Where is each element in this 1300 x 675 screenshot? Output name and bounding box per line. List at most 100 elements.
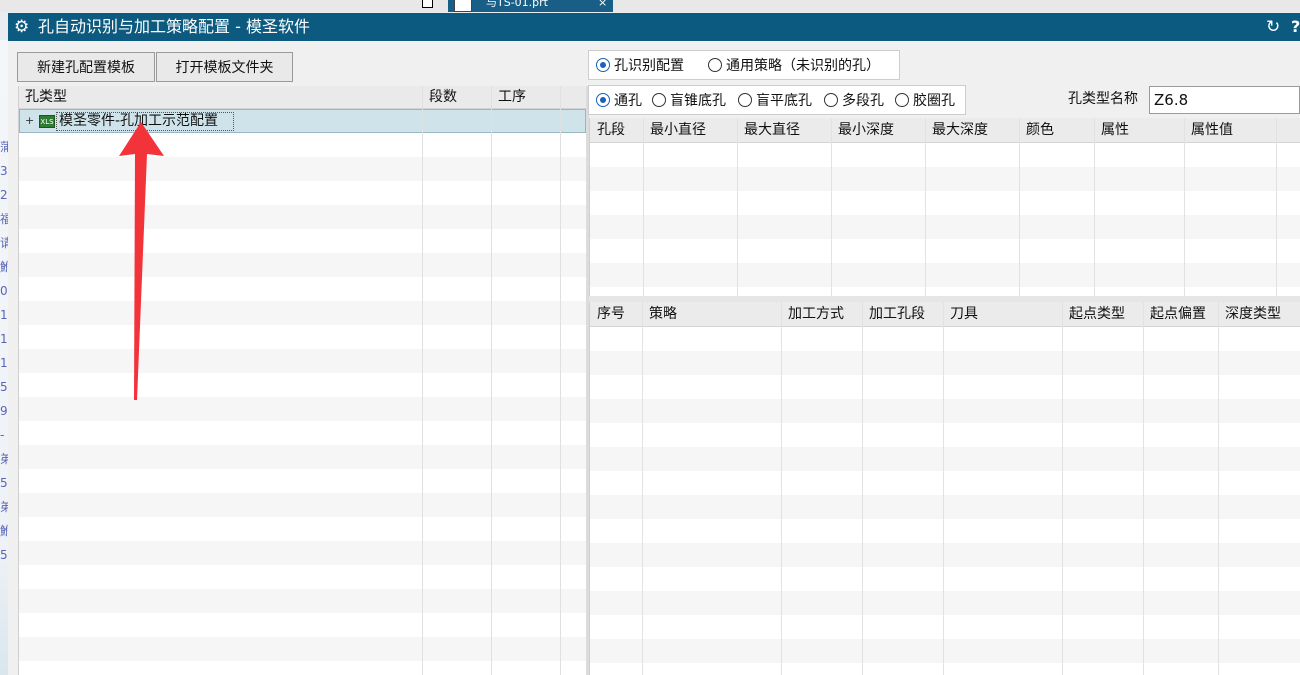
dialog-title: 孔自动识别与加工策略配置 - 模圣软件 [38,17,310,36]
table-empty-row [590,495,1300,519]
column-header-sequence[interactable]: 序号 [597,306,625,322]
background-text-fragment: 3 [0,164,8,178]
radio-unselected-icon [708,58,722,72]
hole-segment-table[interactable]: 孔段 最小直径 最大直径 最小深度 最大深度 颜色 属性 属性值 [589,118,1300,296]
hole-type-name-label: 孔类型名称 [1068,91,1138,107]
close-icon[interactable]: × [598,0,607,8]
column-divider [943,302,944,675]
column-header-color[interactable]: 颜色 [1026,122,1054,138]
column-header-max-depth[interactable]: 最大深度 [932,122,988,138]
dialog-title-bar[interactable]: ⚙ 孔自动识别与加工策略配置 - 模圣软件 ↻ ? [8,13,1300,41]
column-header-min-depth[interactable]: 最小深度 [838,122,894,138]
background-text-fragment: 福 [0,212,8,226]
hole-type-radio-group: 通孔 盲锥底孔 盲平底孔 多段孔 胶圈孔 [588,85,966,115]
table-empty-row [590,351,1300,375]
background-text-fragment: 5 [0,380,8,394]
column-divider [422,86,423,675]
help-icon[interactable]: ? [1291,16,1300,38]
new-template-button[interactable]: 新建孔配置模板 [17,52,155,82]
column-header-depth-type[interactable]: 深度类型 [1225,306,1281,322]
host-file-tab[interactable]: 与TS-01.prt × [448,0,613,12]
red-arrow-annotation [119,122,164,400]
mode-radio-group: 孔识别配置 通用策略（未识别的孔） [588,50,900,80]
tree-empty-row [19,229,586,253]
column-divider [925,118,926,296]
tree-empty-row [19,517,586,541]
table-empty-row [590,191,1300,215]
tree-empty-row [19,397,586,421]
column-header-hole-type[interactable]: 孔类型 [25,89,67,105]
tree-empty-row [19,493,586,517]
radio-unselected-icon [652,93,666,107]
tree-empty-row [19,349,586,373]
tree-header: 孔类型 段数 工序 [19,86,586,109]
column-header-segment[interactable]: 孔段 [597,122,625,138]
table-empty-row [590,423,1300,447]
column-header-start-type[interactable]: 起点类型 [1069,306,1125,322]
tree-empty-row [19,445,586,469]
column-header-process[interactable]: 工序 [498,89,526,105]
table-empty-row [590,519,1300,543]
maximize-icon[interactable] [422,0,433,8]
column-header-tool[interactable]: 刀具 [950,306,978,322]
background-text-fragment: 鮒 [0,260,8,274]
table-empty-row [590,327,1300,351]
hole-type-tree-grid[interactable]: 孔类型 段数 工序 + XLS 模圣零件-孔加工示范配置 [18,86,586,675]
tree-empty-row [19,133,586,157]
machining-strategy-table[interactable]: 序号 策略 加工方式 加工孔段 刀具 起点类型 起点偏置 深度类型 [589,302,1300,675]
radio-unselected-icon [895,93,909,107]
table-empty-row [590,543,1300,567]
tree-empty-row [19,421,586,445]
table-empty-row [590,471,1300,495]
tree-empty-row [19,205,586,229]
column-divider [491,86,492,675]
background-app-fragment: 蒲32福请鮒011159-弟5弟鮒5 [0,40,8,675]
table-empty-row [590,287,1300,296]
strategy-table-header: 序号 策略 加工方式 加工孔段 刀具 起点类型 起点偏置 深度类型 [590,302,1300,327]
tree-empty-row [19,325,586,349]
table-empty-row [590,239,1300,263]
background-text-fragment: 请 [0,236,8,250]
tree-row[interactable]: + XLS 模圣零件-孔加工示范配置 [19,109,586,133]
background-text-fragment: 5 [0,476,8,490]
column-header-machining-method[interactable]: 加工方式 [788,306,844,322]
column-divider [1143,302,1144,675]
tree-empty-row [19,613,586,637]
column-divider [862,302,863,675]
tree-empty-row [19,181,586,205]
column-header-min-diameter[interactable]: 最小直径 [650,122,706,138]
column-header-attribute-value[interactable]: 属性值 [1191,122,1233,138]
segment-table-header: 孔段 最小直径 最大直径 最小深度 最大深度 颜色 属性 属性值 [590,118,1300,143]
hole-type-name-input[interactable] [1149,86,1300,114]
column-header-strategy[interactable]: 策略 [649,306,677,322]
background-text-fragment: 弟 [0,452,8,466]
expand-icon[interactable]: + [25,114,34,128]
table-empty-row [590,447,1300,471]
background-text-fragment: 2 [0,188,8,202]
radio-selected-icon [596,58,610,72]
radio-unselected-icon [824,93,838,107]
gear-icon: ⚙ [14,17,30,37]
table-empty-row [590,399,1300,423]
column-divider [1184,118,1185,296]
tree-empty-row [19,589,586,613]
tree-empty-row [19,277,586,301]
background-text-fragment: 蒲 [0,140,8,154]
column-header-start-offset[interactable]: 起点偏置 [1150,306,1206,322]
table-empty-row [590,567,1300,591]
column-divider [1019,118,1020,296]
column-divider [643,118,644,296]
open-folder-button[interactable]: 打开模板文件夹 [156,52,293,82]
radio-selected-icon [596,93,610,107]
background-text-fragment: 弟 [0,500,8,514]
refresh-icon[interactable]: ↻ [1266,16,1280,38]
column-header-max-diameter[interactable]: 最大直径 [744,122,800,138]
column-header-attribute[interactable]: 属性 [1101,122,1129,138]
column-header-machining-segment[interactable]: 加工孔段 [869,306,925,322]
tree-empty-row [19,157,586,181]
background-text-fragment: - [0,428,5,442]
column-divider [560,86,561,675]
column-divider [781,302,782,675]
column-header-segments[interactable]: 段数 [429,89,457,105]
background-text-fragment: 0 [0,284,8,298]
